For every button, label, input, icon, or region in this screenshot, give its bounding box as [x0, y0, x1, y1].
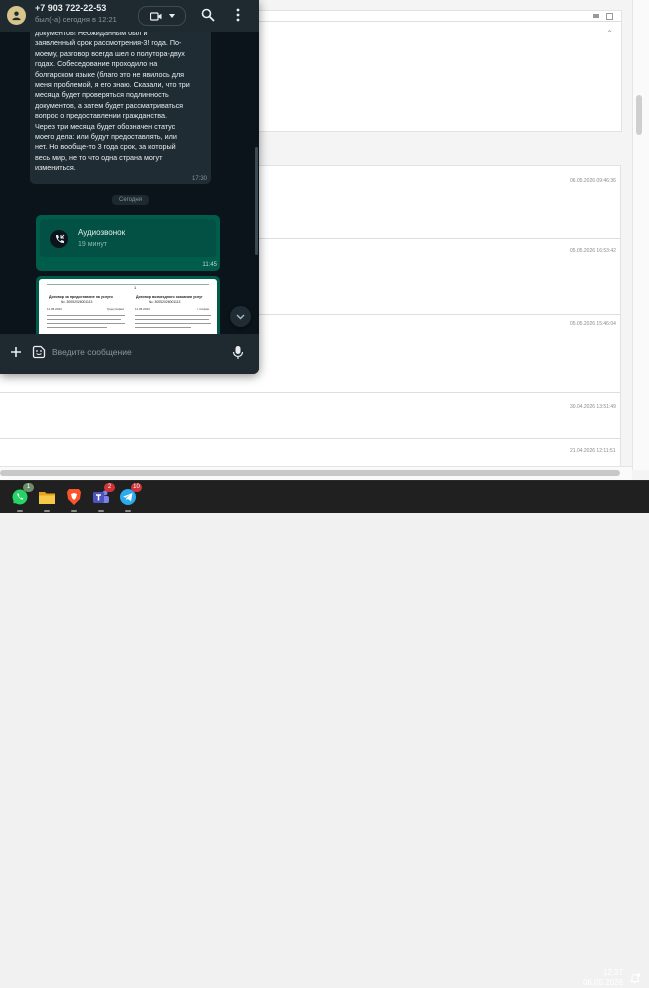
system-clock[interactable]: 12:37 06.05.2026 [583, 968, 623, 988]
background-panel-top: ⌃ [250, 10, 622, 132]
avatar[interactable] [7, 6, 26, 25]
taskbar-app-file-explorer[interactable] [36, 486, 58, 512]
row-timestamp: 05.05.2026 15:46:04 [570, 321, 616, 327]
horizontal-scrollbar-thumb[interactable] [0, 470, 620, 476]
video-call-button[interactable] [138, 6, 186, 26]
message-time: 17:30 [191, 176, 207, 182]
message-text: документов! Неожиданным был и заявленный… [35, 32, 190, 173]
incoming-message[interactable]: документов! Неожиданным был и заявленный… [30, 32, 211, 184]
panel-toolbar-icon[interactable] [593, 14, 599, 18]
message-time: 11:45 [202, 262, 217, 268]
collapse-icon[interactable]: ⌃ [606, 29, 613, 38]
taskbar-app-whatsapp[interactable]: 1 [9, 483, 34, 512]
message-input[interactable] [52, 343, 222, 361]
taskbar-app-telegram[interactable]: 10 [117, 483, 142, 512]
chevron-down-icon [168, 14, 175, 18]
document-message[interactable]: 1 Договор за предоставяне на услуги №: 3… [36, 276, 220, 334]
row-timestamp: 30.04.2026 13:51:49 [570, 404, 616, 410]
call-card[interactable]: Аудиозвонок 19 минут [40, 219, 216, 257]
document-title-right: Договор возмездного оказания услуг [136, 295, 203, 299]
microphone-icon[interactable] [232, 345, 244, 360]
notification-badge: 10 [131, 483, 142, 492]
date-separator: Сегодня [112, 195, 149, 205]
document-number-left: №: 30052026001113 [61, 300, 93, 304]
chat-header[interactable]: +7 903 722-22-53 был(-а) сегодня в 12:21 [0, 0, 259, 32]
document-city-left: Град София [107, 307, 124, 311]
page-scrollbar-thumb[interactable] [636, 95, 642, 135]
document-title-left: Договор за предоставяне на услуги [49, 295, 113, 299]
chat-scrollbar[interactable] [255, 147, 258, 255]
row-timestamp: 21.04.2026 12:11:51 [570, 448, 616, 454]
clock-time: 12:37 [602, 968, 623, 977]
search-icon[interactable] [201, 8, 215, 22]
document-page-number: 1 [134, 285, 137, 290]
call-icon [50, 230, 68, 248]
clock-date: 06.05.2026 [583, 978, 624, 987]
taskbar-app-brave[interactable] [63, 486, 85, 512]
contact-name[interactable]: +7 903 722-22-53 [35, 3, 106, 13]
notification-badge: 1 [23, 483, 34, 492]
person-icon [12, 11, 21, 21]
notification-badge: 2 [104, 483, 115, 492]
taskbar-app-teams[interactable]: 2 [90, 483, 115, 512]
page-scrollbar[interactable] [632, 0, 649, 470]
video-camera-icon [149, 11, 161, 21]
brave-icon [67, 489, 81, 505]
chat-messages-area[interactable]: документов! Неожиданным был и заявленный… [0, 32, 259, 334]
scroll-to-bottom-button[interactable] [230, 306, 251, 327]
folder-icon [39, 491, 55, 504]
fullscreen-icon[interactable] [606, 13, 613, 20]
document-preview[interactable]: 1 Договор за предоставяне на услуги №: 3… [39, 279, 217, 334]
document-date-left: 11.05.2023 [47, 307, 62, 311]
document-number-right: №: 30052026001113 [149, 300, 181, 304]
sticker-emoji-icon[interactable] [32, 345, 46, 359]
call-message[interactable]: Аудиозвонок 19 минут 11:45 [36, 215, 220, 271]
message-composer [0, 334, 259, 374]
chevron-down-icon [236, 314, 245, 319]
row-timestamp: 05.05.2026 16:53:42 [570, 248, 616, 254]
notification-bell-icon[interactable] [629, 972, 641, 984]
row-timestamp: 06.05.2026 09:46:36 [570, 178, 616, 184]
whatsapp-chat-window: +7 903 722-22-53 был(-а) сегодня в 12:21… [0, 0, 259, 374]
call-title: Аудиозвонок [78, 228, 126, 237]
attach-plus-icon[interactable] [9, 345, 23, 359]
taskbar: 1 2 10 12:37 06.05.2026 [0, 480, 649, 987]
more-options-icon[interactable] [232, 8, 244, 22]
call-duration: 19 минут [78, 241, 108, 248]
document-date-right: 11.05.2023 [135, 307, 150, 311]
document-city-right: г. София [197, 307, 209, 311]
contact-status: был(-а) сегодня в 12:21 [35, 15, 117, 24]
phone-incoming-icon [55, 234, 64, 243]
